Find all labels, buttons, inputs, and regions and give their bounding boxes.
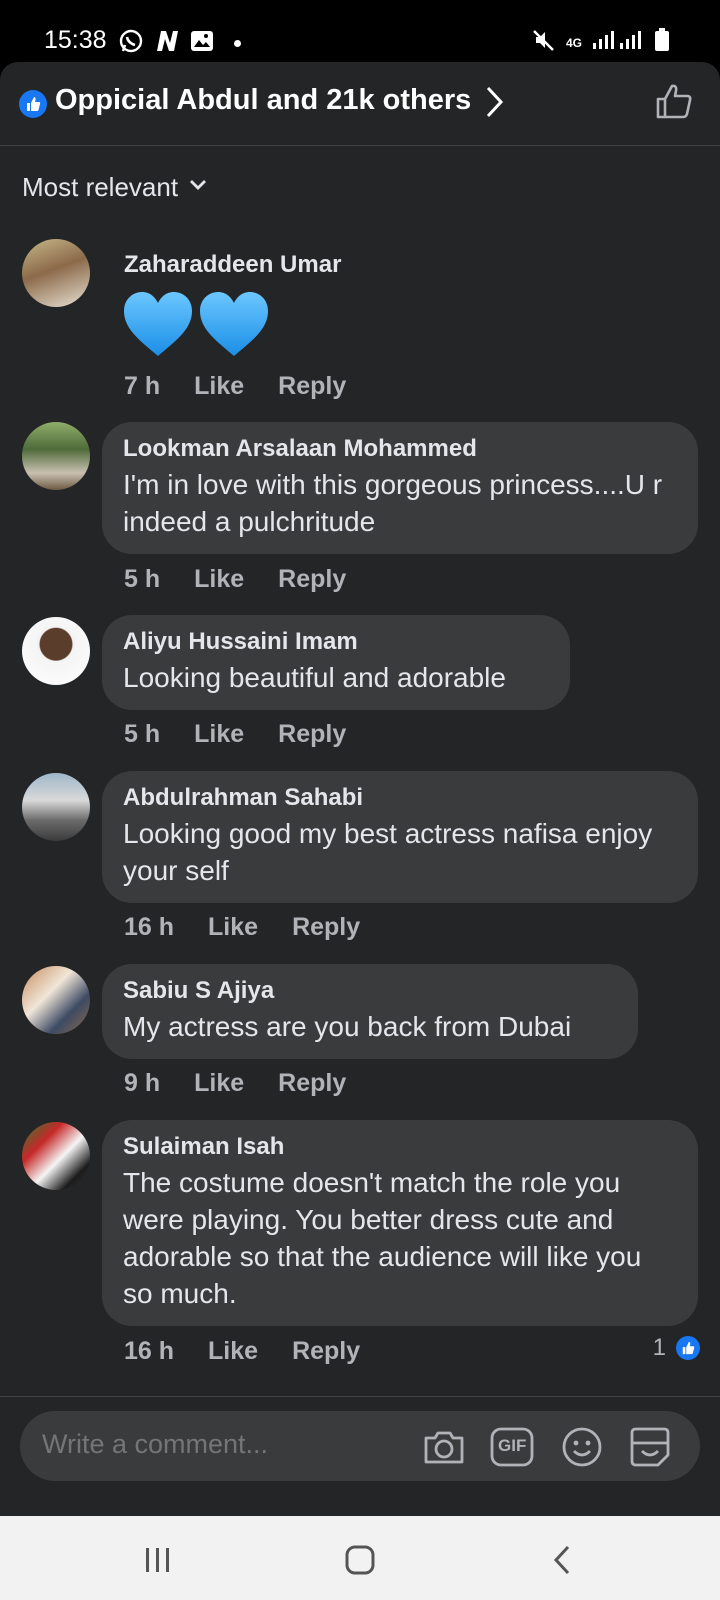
comment-text: I'm in love with this gorgeous princess.… — [123, 469, 663, 537]
comment-item: Lookman Arsalaan Mohammed I'm in love wi… — [0, 422, 720, 597]
comment-bubble[interactable]: Abdulrahman Sahabi Looking good my best … — [102, 771, 698, 903]
reply-button[interactable]: Reply — [278, 372, 346, 401]
like-button[interactable]: Like — [194, 1069, 244, 1098]
sort-dropdown[interactable]: Most relevant — [22, 172, 208, 203]
like-button[interactable]: Like — [194, 720, 244, 749]
comment-item: Zaharaddeen Umar 7 h Like Reply — [0, 234, 720, 404]
like-badge-icon — [674, 1334, 702, 1362]
battery-icon — [654, 28, 670, 57]
avatar[interactable] — [22, 617, 90, 685]
reply-button[interactable]: Reply — [278, 1069, 346, 1098]
comment-actions: 5 h Like Reply — [124, 565, 346, 594]
recents-icon[interactable] — [136, 1538, 180, 1582]
network-type: 4G — [565, 35, 582, 50]
status-bar: 15:38 4G — [0, 0, 720, 62]
comment-item: Aliyu Hussaini Imam Looking beautiful an… — [0, 615, 720, 755]
reaction-count-value: 1 — [652, 1334, 666, 1361]
reply-button[interactable]: Reply — [278, 720, 346, 749]
avatar[interactable] — [22, 773, 90, 841]
gif-label: GIF — [498, 1436, 527, 1455]
sticker-icon[interactable] — [628, 1425, 672, 1469]
chevron-right-icon[interactable] — [484, 84, 506, 125]
like-button[interactable]: Like — [194, 372, 244, 401]
n-icon — [154, 29, 180, 58]
comment-time: 16 h — [124, 913, 175, 941]
comment-author[interactable]: Sabiu S Ajiya — [123, 976, 618, 1006]
comment-bubble[interactable]: Sabiu S Ajiya My actress are you back fr… — [102, 964, 638, 1059]
camera-icon[interactable] — [422, 1425, 466, 1469]
comment-time: 16 h — [124, 1337, 175, 1365]
home-icon[interactable] — [338, 1538, 382, 1582]
system-nav-bar — [0, 1516, 720, 1600]
reactions-summary[interactable]: Oppicial Abdul and 21k others — [0, 62, 720, 146]
avatar[interactable] — [22, 422, 90, 490]
whatsapp-icon — [118, 28, 144, 59]
comment-time: 5 h — [124, 720, 161, 748]
back-icon[interactable] — [540, 1538, 584, 1582]
comment-emoji — [122, 290, 270, 363]
comment-bubble[interactable]: Aliyu Hussaini Imam Looking beautiful an… — [102, 615, 570, 710]
comment-author[interactable]: Abdulrahman Sahabi — [123, 783, 678, 813]
like-button[interactable]: Like — [208, 1337, 258, 1366]
notification-dot — [234, 40, 241, 47]
gallery-icon — [190, 30, 214, 57]
reply-button[interactable]: Reply — [278, 565, 346, 594]
comment-author[interactable]: Sulaiman Isah — [123, 1132, 678, 1162]
status-right-icons: 4G — [532, 28, 670, 57]
chevron-down-icon — [188, 178, 208, 197]
comment-item: Sulaiman Isah The costume doesn't match … — [0, 1120, 720, 1380]
comment-author[interactable]: Aliyu Hussaini Imam — [123, 627, 550, 657]
like-button[interactable]: Like — [194, 565, 244, 594]
comment-actions: 5 h Like Reply — [124, 720, 346, 749]
reply-button[interactable]: Reply — [292, 1337, 360, 1366]
comment-item: Sabiu S Ajiya My actress are you back fr… — [0, 964, 720, 1104]
comment-text: My actress are you back from Dubai — [123, 1011, 572, 1042]
comment-text: The costume doesn't match the role you w… — [123, 1167, 642, 1309]
blue-heart-icon — [122, 290, 194, 363]
comment-text: Looking good my best actress nafisa enjo… — [123, 818, 653, 886]
thumbs-up-icon[interactable] — [654, 82, 694, 127]
status-time: 15:38 — [44, 26, 107, 54]
comment-input[interactable] — [42, 1429, 402, 1460]
reactions-text[interactable]: Oppicial Abdul and 21k others — [55, 84, 471, 117]
blue-heart-icon — [198, 290, 270, 363]
comments-sheet: Oppicial Abdul and 21k others Most relev… — [0, 62, 720, 1516]
reaction-count[interactable]: 1 — [653, 1334, 702, 1362]
comment-author[interactable]: Lookman Arsalaan Mohammed — [123, 434, 678, 464]
comment-text: Looking beautiful and adorable — [123, 662, 506, 693]
avatar[interactable] — [22, 239, 90, 307]
reply-button[interactable]: Reply — [292, 913, 360, 942]
comment-bubble[interactable]: Sulaiman Isah The costume doesn't match … — [102, 1120, 698, 1326]
avatar[interactable] — [22, 1122, 90, 1190]
comment-time: 7 h — [124, 372, 161, 400]
comment-composer: GIF — [0, 1396, 720, 1516]
like-button[interactable]: Like — [208, 913, 258, 942]
emoji-icon[interactable] — [560, 1425, 604, 1469]
comment-actions: 9 h Like Reply — [124, 1069, 346, 1098]
comment-time: 9 h — [124, 1069, 161, 1097]
comment-item: Abdulrahman Sahabi Looking good my best … — [0, 771, 720, 946]
comment-author[interactable]: Zaharaddeen Umar — [124, 251, 341, 279]
like-badge-icon — [19, 90, 47, 118]
signal-icon — [592, 29, 644, 56]
comment-actions: 16 h Like Reply — [124, 1337, 360, 1366]
mute-icon — [532, 28, 556, 57]
comment-input-wrapper[interactable]: GIF — [20, 1411, 700, 1481]
avatar[interactable] — [22, 966, 90, 1034]
comment-actions: 16 h Like Reply — [124, 913, 360, 942]
status-left-icons — [118, 28, 241, 59]
comment-bubble[interactable]: Lookman Arsalaan Mohammed I'm in love wi… — [102, 422, 698, 554]
gif-icon[interactable]: GIF — [490, 1425, 534, 1469]
comment-time: 5 h — [124, 565, 161, 593]
sort-label: Most relevant — [22, 172, 179, 202]
comment-actions: 7 h Like Reply — [124, 372, 346, 401]
